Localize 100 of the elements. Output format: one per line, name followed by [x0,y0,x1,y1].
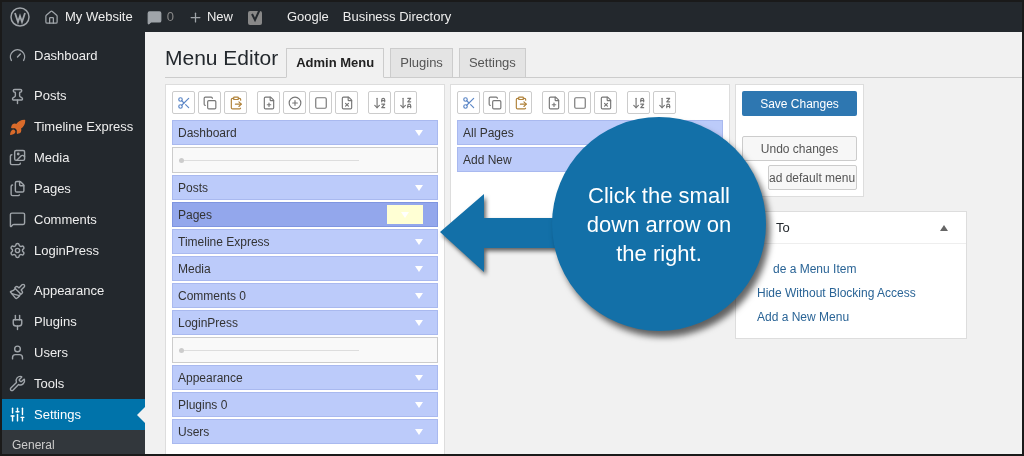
sidebar-item[interactable]: Media [2,142,145,174]
toolbar-button[interactable] [198,91,221,114]
cut-icon [461,95,476,110]
toolbar-button[interactable] [394,91,417,114]
new-link[interactable]: New [187,7,233,27]
menu-item[interactable]: Plugins 0 [172,392,438,417]
frame-icon [572,95,587,110]
menu-item[interactable]: Appearance [172,365,438,390]
images-icon [9,149,26,167]
gauge-icon [9,46,26,64]
menu-item[interactable]: Timeline Express [172,229,438,254]
menu-item[interactable]: Users [172,419,438,444]
delete-icon [598,95,613,110]
plus-icon [187,9,203,25]
menu-item[interactable]: Posts [172,175,438,200]
rocket-icon [9,118,26,136]
delete-icon [339,95,354,110]
sidebar-item[interactable]: Plugins [2,306,145,338]
new-item-icon [261,95,276,110]
menu-item-label: LoginPress [178,314,239,332]
menu-item-label: Dashboard [178,124,237,142]
sort-descending-icon [398,95,413,110]
toolbar-button[interactable] [568,91,591,114]
collapse-arrow-icon [940,224,948,231]
new-item-icon [546,95,561,110]
sidebar-item[interactable]: Settings [2,399,145,430]
comment-icon [9,211,26,229]
toolbar-button[interactable] [457,91,480,114]
tab[interactable]: Settings [458,48,526,78]
toolbar-button[interactable] [542,91,565,114]
menu-item[interactable]: Comments 0 [172,283,438,308]
down-arrow-icon [415,428,423,435]
menu-item[interactable]: Dashboard [172,120,438,145]
sidebar-item[interactable]: Appearance [2,275,145,307]
menu-item[interactable]: LoginPress [172,310,438,335]
paste-icon [228,95,243,110]
menu-item-label: Media [178,260,211,278]
toolbar-button[interactable] [224,91,247,114]
sliders-icon [9,406,26,423]
copy-icon [487,95,502,110]
sidebar-item[interactable]: Users [2,337,145,369]
site-link[interactable]: My Website [44,7,133,27]
copy-icon [202,95,217,110]
pin-icon [9,87,26,105]
toolbar-button[interactable] [309,91,332,114]
box-title: To [776,218,790,237]
comment-count: 0 [166,8,174,27]
paste-icon [513,95,528,110]
sidebar-item[interactable]: Posts [2,80,145,112]
menu-item-label: Pages [178,206,213,224]
save-changes-button[interactable]: Save Changes [742,91,857,116]
admin-bar-link[interactable]: Google [286,7,329,27]
toolbar-button[interactable] [257,91,280,114]
settings-icon [9,241,26,259]
toolbar-button[interactable] [594,91,617,114]
menu-item-label: Appearance [178,369,243,387]
wordpress-logo-icon [10,7,30,27]
toolbar-button[interactable] [653,91,676,114]
pages-icon [9,180,26,198]
menu-item[interactable]: Media [172,256,438,281]
down-arrow-icon [415,401,423,408]
frame-icon [313,95,328,110]
toolbar-button[interactable] [172,91,195,114]
sidebar-item[interactable]: Tools [2,368,145,400]
toolbar-button[interactable] [627,91,650,114]
down-arrow-icon [415,184,423,191]
admin-bar-link[interactable]: Business Directory [342,7,452,27]
cut-icon [176,95,191,110]
help-link[interactable]: Hide Without Blocking Access [757,284,916,302]
site-name: My Website [65,8,133,27]
toolbar-button[interactable] [283,91,306,114]
new-label: New [206,8,233,27]
down-arrow-icon [415,265,423,272]
user-icon [9,344,26,362]
tab[interactable]: Admin Menu [286,48,385,78]
menu-item-label: Plugins 0 [178,396,228,414]
sidebar-item[interactable]: Timeline Express [2,111,145,143]
wrench-icon [9,375,26,393]
toolbar-button[interactable] [509,91,532,114]
menu-item-label: Posts [178,179,208,197]
menu-item-label: Comments 0 [178,287,247,305]
page-title: Menu Editor [165,44,279,71]
down-arrow-icon [415,292,423,299]
toolbar-button[interactable] [483,91,506,114]
sidebar-item[interactable]: LoginPress [2,234,145,266]
sidebar-item[interactable]: Comments [2,204,145,235]
load-default-button[interactable]: ad default menu [768,165,857,190]
sidebar-item[interactable]: Dashboard [2,40,145,71]
down-arrow-icon [415,238,423,245]
undo-button[interactable]: Undo changes [742,136,857,161]
toolbar-button[interactable] [368,91,391,114]
toolbar-button[interactable] [335,91,358,114]
sidebar-item[interactable]: Pages [2,173,145,205]
home-icon [44,9,59,25]
comments-link[interactable]: 0 [146,7,174,27]
down-arrow-icon [401,211,409,218]
help-link[interactable]: de a Menu Item [773,260,857,278]
comment-icon [146,9,162,25]
tab[interactable]: Plugins [390,48,453,78]
menu-item[interactable]: Pages [172,202,438,227]
